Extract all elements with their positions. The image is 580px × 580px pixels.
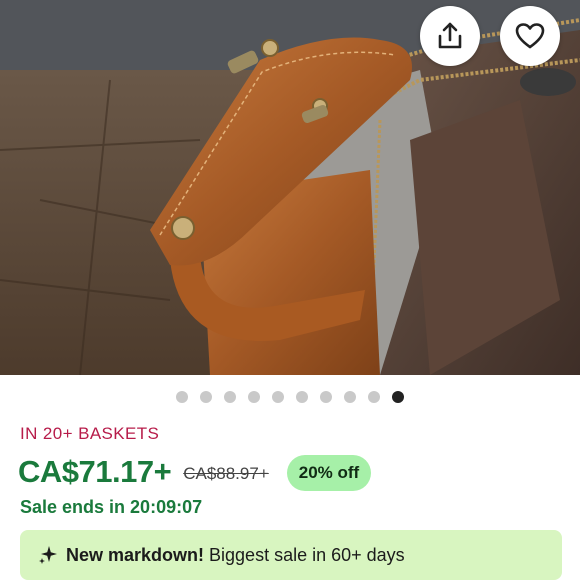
discount-badge: 20% off [286, 455, 372, 491]
sale-price: CA$71.17+ [18, 454, 172, 489]
carousel-dot[interactable] [176, 391, 188, 403]
product-image[interactable] [0, 0, 580, 375]
carousel-dot[interactable] [224, 391, 236, 403]
carousel-dot[interactable] [320, 391, 332, 403]
favorite-button[interactable] [500, 6, 560, 66]
carousel-dot[interactable] [296, 391, 308, 403]
share-icon [437, 22, 463, 50]
product-photo [0, 0, 580, 375]
sale-countdown: Sale ends in 20:09:07 [20, 497, 202, 518]
heart-icon [515, 22, 545, 50]
carousel-dot[interactable] [272, 391, 284, 403]
carousel-dot[interactable] [368, 391, 380, 403]
markdown-title: New markdown! [66, 544, 205, 565]
share-button[interactable] [420, 6, 480, 66]
carousel-dot[interactable] [248, 391, 260, 403]
carousel-dot[interactable] [200, 391, 212, 403]
markdown-text: Biggest sale in 60+ days [209, 544, 405, 565]
sparkle-icon [38, 545, 58, 565]
carousel-dots [0, 391, 580, 405]
original-price: CA$88.97+ [183, 464, 269, 483]
sale-ends-timer: 20:09:07 [130, 497, 203, 517]
carousel-dot[interactable] [344, 391, 356, 403]
sale-ends-label: Sale ends in [20, 497, 126, 517]
baskets-count: IN 20+ BASKETS [20, 424, 160, 443]
markdown-banner: New markdown! Biggest sale in 60+ days [20, 530, 562, 580]
price-row: CA$71.17+ CA$88.97+ 20% off [18, 450, 372, 494]
carousel-dot[interactable] [392, 391, 404, 403]
